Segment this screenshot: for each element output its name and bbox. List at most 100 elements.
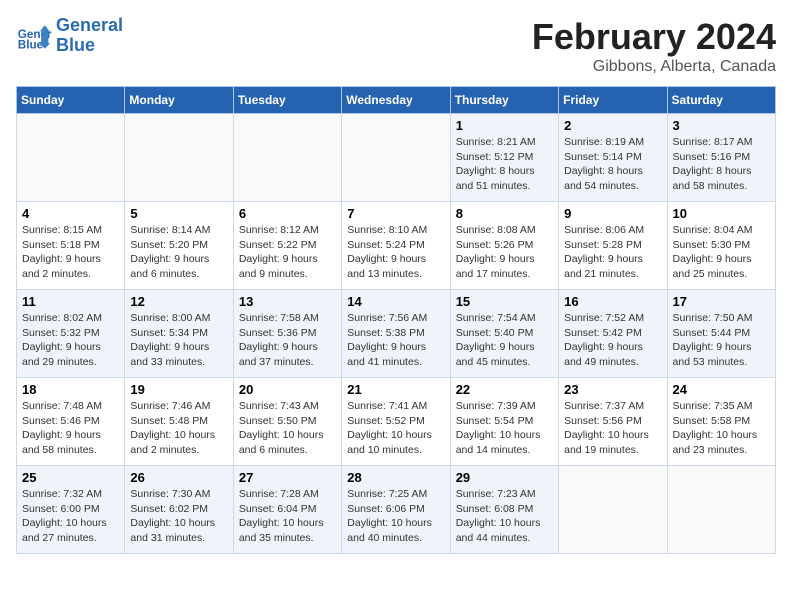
- day-number: 26: [130, 470, 227, 485]
- calendar-cell: 5 Sunrise: 8:14 AM Sunset: 5:20 PM Daylig…: [125, 202, 233, 290]
- calendar-cell: [17, 114, 125, 202]
- day-number: 20: [239, 382, 336, 397]
- day-number: 7: [347, 206, 444, 221]
- day-info: Sunrise: 7:56 AM Sunset: 5:38 PM Dayligh…: [347, 311, 444, 370]
- calendar-cell: 22 Sunrise: 7:39 AM Sunset: 5:54 PM Dayli…: [450, 378, 558, 466]
- week-row-5: 25Sunrise: 7:32 AM Sunset: 6:00 PM Dayli…: [17, 466, 776, 554]
- calendar-cell: 20 Sunrise: 7:43 AM Sunset: 5:50 PM Dayli…: [233, 378, 341, 466]
- month-title: February 2024: [532, 16, 776, 58]
- location-title: Gibbons, Alberta, Canada: [532, 58, 776, 76]
- day-info: Sunrise: 7:39 AM Sunset: 5:54 PM Dayligh…: [456, 399, 553, 458]
- day-number: 24: [673, 382, 770, 397]
- day-number: 1: [456, 118, 553, 133]
- calendar-cell: 4 Sunrise: 8:15 AM Sunset: 5:18 PM Daylig…: [17, 202, 125, 290]
- day-info: Sunrise: 8:06 AM Sunset: 5:28 PM Dayligh…: [564, 223, 661, 282]
- calendar-cell: 1 Sunrise: 8:21 AM Sunset: 5:12 PM Daylig…: [450, 114, 558, 202]
- day-info: Sunrise: 7:46 AM Sunset: 5:48 PM Dayligh…: [130, 399, 227, 458]
- day-number: 6: [239, 206, 336, 221]
- day-number: 11: [22, 294, 119, 309]
- calendar-cell: 8 Sunrise: 8:08 AM Sunset: 5:26 PM Daylig…: [450, 202, 558, 290]
- weekday-header-saturday: Saturday: [667, 87, 775, 114]
- day-info: Sunrise: 8:00 AM Sunset: 5:34 PM Dayligh…: [130, 311, 227, 370]
- day-info: Sunrise: 7:52 AM Sunset: 5:42 PM Dayligh…: [564, 311, 661, 370]
- weekday-header-friday: Friday: [559, 87, 667, 114]
- calendar-cell: 26 Sunrise: 7:30 AM Sunset: 6:02 PM Dayli…: [125, 466, 233, 554]
- day-number: 23: [564, 382, 661, 397]
- weekday-header-monday: Monday: [125, 87, 233, 114]
- day-info: Sunrise: 7:48 AM Sunset: 5:46 PM Dayligh…: [22, 399, 119, 458]
- day-info: Sunrise: 7:25 AM Sunset: 6:06 PM Dayligh…: [347, 487, 444, 546]
- day-info: Sunrise: 7:54 AM Sunset: 5:40 PM Dayligh…: [456, 311, 553, 370]
- day-info: Sunrise: 8:15 AM Sunset: 5:18 PM Dayligh…: [22, 223, 119, 282]
- calendar-cell: 14 Sunrise: 7:56 AM Sunset: 5:38 PM Dayli…: [342, 290, 450, 378]
- calendar-cell: 2 Sunrise: 8:19 AM Sunset: 5:14 PM Daylig…: [559, 114, 667, 202]
- day-info: Sunrise: 7:28 AM Sunset: 6:04 PM Dayligh…: [239, 487, 336, 546]
- day-info: Sunrise: 7:41 AM Sunset: 5:52 PM Dayligh…: [347, 399, 444, 458]
- weekday-header-tuesday: Tuesday: [233, 87, 341, 114]
- day-number: 21: [347, 382, 444, 397]
- week-row-1: 1 Sunrise: 8:21 AM Sunset: 5:12 PM Daylig…: [17, 114, 776, 202]
- calendar-cell: [233, 114, 341, 202]
- day-info: Sunrise: 7:37 AM Sunset: 5:56 PM Dayligh…: [564, 399, 661, 458]
- day-number: 9: [564, 206, 661, 221]
- day-number: 14: [347, 294, 444, 309]
- day-info: Sunrise: 7:43 AM Sunset: 5:50 PM Dayligh…: [239, 399, 336, 458]
- calendar-cell: 11Sunrise: 8:02 AM Sunset: 5:32 PM Dayli…: [17, 290, 125, 378]
- calendar-cell: [667, 466, 775, 554]
- calendar-cell: 10Sunrise: 8:04 AM Sunset: 5:30 PM Dayli…: [667, 202, 775, 290]
- calendar-cell: [342, 114, 450, 202]
- day-number: 8: [456, 206, 553, 221]
- day-number: 5: [130, 206, 227, 221]
- header: General Blue General Blue February 2024 …: [16, 16, 776, 76]
- calendar-cell: [125, 114, 233, 202]
- calendar-cell: 13 Sunrise: 7:58 AM Sunset: 5:36 PM Dayli…: [233, 290, 341, 378]
- calendar-cell: 27 Sunrise: 7:28 AM Sunset: 6:04 PM Dayli…: [233, 466, 341, 554]
- weekday-header-thursday: Thursday: [450, 87, 558, 114]
- day-info: Sunrise: 7:58 AM Sunset: 5:36 PM Dayligh…: [239, 311, 336, 370]
- logo: General Blue General Blue: [16, 16, 123, 56]
- week-row-3: 11Sunrise: 8:02 AM Sunset: 5:32 PM Dayli…: [17, 290, 776, 378]
- day-info: Sunrise: 8:19 AM Sunset: 5:14 PM Dayligh…: [564, 135, 661, 194]
- calendar-cell: 7 Sunrise: 8:10 AM Sunset: 5:24 PM Daylig…: [342, 202, 450, 290]
- calendar-cell: 28Sunrise: 7:25 AM Sunset: 6:06 PM Dayli…: [342, 466, 450, 554]
- calendar-cell: 24 Sunrise: 7:35 AM Sunset: 5:58 PM Dayli…: [667, 378, 775, 466]
- day-number: 25: [22, 470, 119, 485]
- calendar-cell: 3 Sunrise: 8:17 AM Sunset: 5:16 PM Daylig…: [667, 114, 775, 202]
- day-number: 13: [239, 294, 336, 309]
- day-info: Sunrise: 8:21 AM Sunset: 5:12 PM Dayligh…: [456, 135, 553, 194]
- logo-text: General Blue: [56, 16, 123, 56]
- calendar-cell: 17 Sunrise: 7:50 AM Sunset: 5:44 PM Dayli…: [667, 290, 775, 378]
- day-number: 22: [456, 382, 553, 397]
- weekday-header-wednesday: Wednesday: [342, 87, 450, 114]
- week-row-4: 18 Sunrise: 7:48 AM Sunset: 5:46 PM Dayli…: [17, 378, 776, 466]
- calendar-cell: 16Sunrise: 7:52 AM Sunset: 5:42 PM Dayli…: [559, 290, 667, 378]
- day-number: 29: [456, 470, 553, 485]
- day-number: 2: [564, 118, 661, 133]
- day-info: Sunrise: 7:50 AM Sunset: 5:44 PM Dayligh…: [673, 311, 770, 370]
- calendar-cell: 15 Sunrise: 7:54 AM Sunset: 5:40 PM Dayli…: [450, 290, 558, 378]
- day-info: Sunrise: 8:12 AM Sunset: 5:22 PM Dayligh…: [239, 223, 336, 282]
- day-info: Sunrise: 7:30 AM Sunset: 6:02 PM Dayligh…: [130, 487, 227, 546]
- svg-text:Blue: Blue: [18, 38, 44, 51]
- weekday-header-row: SundayMondayTuesdayWednesdayThursdayFrid…: [17, 87, 776, 114]
- day-number: 4: [22, 206, 119, 221]
- day-number: 18: [22, 382, 119, 397]
- day-number: 3: [673, 118, 770, 133]
- day-info: Sunrise: 8:14 AM Sunset: 5:20 PM Dayligh…: [130, 223, 227, 282]
- calendar-cell: 19Sunrise: 7:46 AM Sunset: 5:48 PM Dayli…: [125, 378, 233, 466]
- day-number: 10: [673, 206, 770, 221]
- day-number: 15: [456, 294, 553, 309]
- day-number: 12: [130, 294, 227, 309]
- day-number: 27: [239, 470, 336, 485]
- calendar-cell: 25Sunrise: 7:32 AM Sunset: 6:00 PM Dayli…: [17, 466, 125, 554]
- calendar-cell: 18 Sunrise: 7:48 AM Sunset: 5:46 PM Dayli…: [17, 378, 125, 466]
- calendar-cell: 6 Sunrise: 8:12 AM Sunset: 5:22 PM Daylig…: [233, 202, 341, 290]
- day-number: 17: [673, 294, 770, 309]
- day-info: Sunrise: 8:17 AM Sunset: 5:16 PM Dayligh…: [673, 135, 770, 194]
- day-info: Sunrise: 7:35 AM Sunset: 5:58 PM Dayligh…: [673, 399, 770, 458]
- calendar-cell: 21 Sunrise: 7:41 AM Sunset: 5:52 PM Dayli…: [342, 378, 450, 466]
- calendar-cell: 29 Sunrise: 7:23 AM Sunset: 6:08 PM Dayli…: [450, 466, 558, 554]
- day-info: Sunrise: 7:23 AM Sunset: 6:08 PM Dayligh…: [456, 487, 553, 546]
- day-info: Sunrise: 8:10 AM Sunset: 5:24 PM Dayligh…: [347, 223, 444, 282]
- day-info: Sunrise: 8:08 AM Sunset: 5:26 PM Dayligh…: [456, 223, 553, 282]
